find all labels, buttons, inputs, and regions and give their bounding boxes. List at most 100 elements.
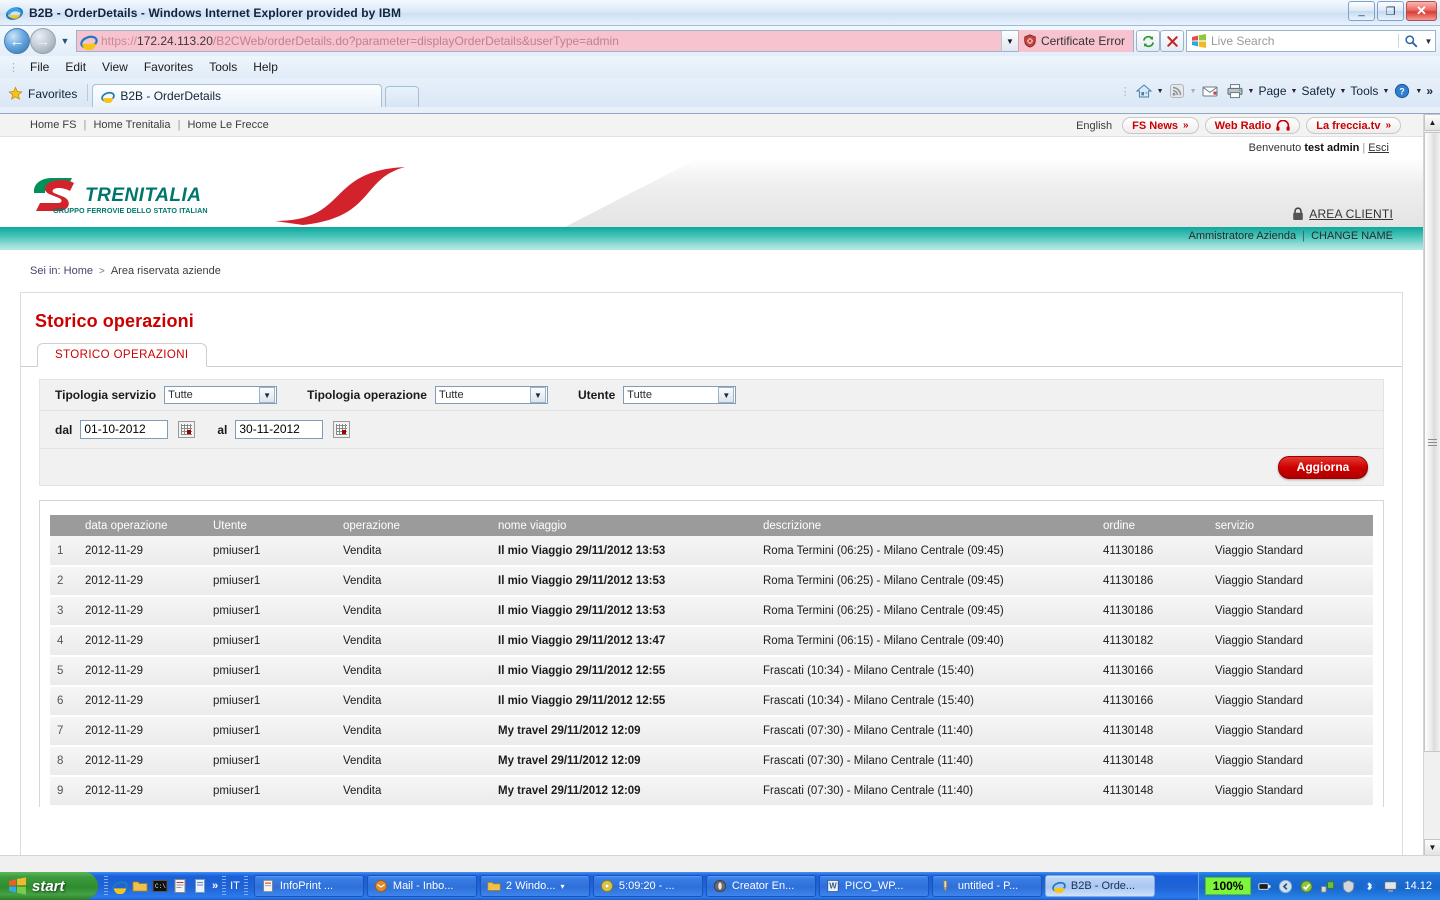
document-icon[interactable] [172, 878, 188, 894]
security-icon[interactable] [1341, 879, 1356, 894]
taskbar-task[interactable]: Creator En... [705, 875, 816, 897]
notes-icon[interactable] [192, 878, 208, 894]
menu-edit[interactable]: Edit [58, 58, 93, 76]
date-to-calendar-button[interactable] [333, 421, 351, 438]
show-hidden-icons-button[interactable] [1278, 879, 1293, 894]
print-button[interactable] [1223, 79, 1247, 103]
certificate-error-badge[interactable]: Certificate Error [1017, 30, 1133, 52]
command-bar-overflow[interactable]: » [1423, 82, 1436, 100]
cell-ordine: 41130148 [1094, 716, 1206, 747]
minimize-button[interactable]: _ [1348, 1, 1375, 21]
bluetooth-icon[interactable] [1362, 879, 1377, 894]
language-switch[interactable]: English [1076, 120, 1112, 132]
internet-explorer-icon[interactable] [112, 878, 128, 894]
menu-tools[interactable]: Tools [202, 58, 244, 76]
page-dropdown-icon[interactable]: ▼ [1291, 88, 1298, 95]
recent-pages-dropdown-icon[interactable]: ▼ [56, 36, 74, 46]
language-indicator[interactable]: IT [230, 880, 240, 892]
tools-menu-button[interactable]: Tools [1347, 82, 1381, 100]
page-scrollbar-horizontal[interactable] [0, 855, 1440, 872]
search-input[interactable]: Live Search [1211, 34, 1398, 48]
area-clienti-link[interactable]: AREA CLIENTI [1292, 207, 1393, 221]
change-name-link[interactable]: CHANGE NAME [1311, 230, 1393, 242]
folder-icon[interactable] [132, 878, 148, 894]
refresh-button[interactable] [1136, 30, 1160, 52]
language-bar-grip[interactable] [222, 876, 227, 896]
page-scrollbar-vertical[interactable]: ▲ ▼ [1423, 114, 1440, 856]
new-tab-button[interactable] [385, 86, 420, 107]
menu-file[interactable]: File [23, 58, 56, 76]
service-type-select[interactable]: Tutte ▼ [164, 386, 278, 404]
safety-menu-button[interactable]: Safety [1298, 82, 1338, 100]
link-home-fs[interactable]: Home FS [30, 119, 76, 131]
page-menu-button[interactable]: Page [1255, 82, 1289, 100]
address-bar[interactable]: https://172.24.113.20/B2CWeb/orderDetail… [76, 30, 1134, 52]
safety-dropdown-icon[interactable]: ▼ [1339, 88, 1346, 95]
close-button[interactable]: ✕ [1406, 1, 1437, 21]
fs-news-button[interactable]: FS News » [1122, 117, 1199, 134]
help-button[interactable]: ? [1390, 79, 1414, 103]
quick-launch-overflow-icon[interactable]: » [212, 880, 218, 892]
link-home-le-frecce[interactable]: Home Le Frecce [187, 119, 268, 131]
print-dropdown-icon[interactable]: ▼ [1248, 88, 1255, 95]
forward-button[interactable]: → [30, 28, 56, 54]
operation-type-select[interactable]: Tutte ▼ [434, 386, 548, 404]
scroll-up-button[interactable]: ▲ [1424, 114, 1440, 131]
address-dropdown-icon[interactable]: ▼ [1000, 31, 1018, 51]
task-group-dropdown-icon[interactable]: ▾ [560, 882, 564, 891]
taskbar-task[interactable]: 2 Windo... ▾ [479, 875, 590, 897]
taskbar-task-label: 2 Windo... [505, 880, 556, 892]
link-home-trenitalia[interactable]: Home Trenitalia [93, 119, 170, 131]
tools-dropdown-icon[interactable]: ▼ [1382, 88, 1389, 95]
taskbar-task[interactable]: Mail - Inbo... [366, 875, 477, 897]
date-from-calendar-button[interactable] [178, 421, 196, 438]
area-clienti-label: AREA CLIENTI [1309, 207, 1393, 221]
date-to-input[interactable]: 30-11-2012 [235, 420, 324, 439]
zoom-level-indicator[interactable]: 100% [1204, 877, 1252, 895]
results-table-container: data operazione Utente operazione nome v… [39, 500, 1384, 807]
antivirus-icon[interactable] [1299, 879, 1314, 894]
search-submit-button[interactable] [1398, 34, 1422, 48]
home-button[interactable] [1132, 79, 1156, 103]
taskbar-task[interactable]: B2B - Orde... [1044, 875, 1155, 897]
clock[interactable]: 14.12 [1404, 880, 1432, 892]
search-provider-dropdown-icon[interactable]: ▼ [1422, 37, 1435, 46]
favorites-button[interactable]: Favorites [0, 86, 87, 107]
restore-button[interactable]: ❐ [1377, 1, 1404, 21]
network-icon[interactable] [1320, 879, 1335, 894]
home-dropdown-icon[interactable]: ▼ [1157, 88, 1164, 95]
stop-button[interactable] [1160, 30, 1184, 52]
search-box[interactable]: Live Search ▼ [1186, 30, 1436, 52]
breadcrumb-home-link[interactable]: Home [64, 265, 93, 277]
feeds-button[interactable] [1165, 79, 1189, 103]
help-dropdown-icon[interactable]: ▼ [1415, 88, 1422, 95]
taskbar-task[interactable]: W PICO_WP... [818, 875, 929, 897]
user-filter-select[interactable]: Tutte ▼ [623, 386, 737, 404]
tab-storico-operazioni[interactable]: STORICO OPERAZIONI [37, 343, 207, 367]
quick-launch-grip[interactable] [104, 876, 108, 896]
display-icon[interactable] [1383, 879, 1398, 894]
taskbar-task[interactable]: InfoPrint ... [253, 875, 364, 897]
power-icon[interactable] [1257, 879, 1272, 894]
menu-help[interactable]: Help [246, 58, 285, 76]
task-bar-grip[interactable] [243, 876, 248, 896]
browser-tab[interactable]: B2B - OrderDetails [92, 84, 383, 107]
menu-favorites[interactable]: Favorites [137, 58, 200, 76]
taskbar-task[interactable]: untitled - P... [931, 875, 1042, 897]
th-ordine: ordine [1094, 515, 1206, 536]
date-from-input[interactable]: 01-10-2012 [80, 420, 169, 439]
scroll-down-button[interactable]: ▼ [1424, 839, 1440, 856]
la-freccia-tv-button[interactable]: La freccia.tv » [1306, 117, 1401, 134]
logout-link[interactable]: Esci [1368, 142, 1389, 154]
cell-operazione: Vendita [334, 536, 489, 567]
aggiorna-button[interactable]: Aggiorna [1278, 455, 1368, 479]
menu-view[interactable]: View [95, 58, 135, 76]
console-icon[interactable]: C:\ [152, 878, 168, 894]
start-button[interactable]: start [0, 872, 98, 900]
back-button[interactable]: ← [4, 28, 30, 54]
web-radio-button[interactable]: Web Radio [1204, 117, 1301, 134]
scrollbar-thumb[interactable] [1424, 132, 1440, 752]
taskbar-task[interactable]: 5:09:20 - ... [592, 875, 703, 897]
printer-icon [1227, 84, 1243, 99]
read-mail-button[interactable] [1198, 79, 1222, 103]
